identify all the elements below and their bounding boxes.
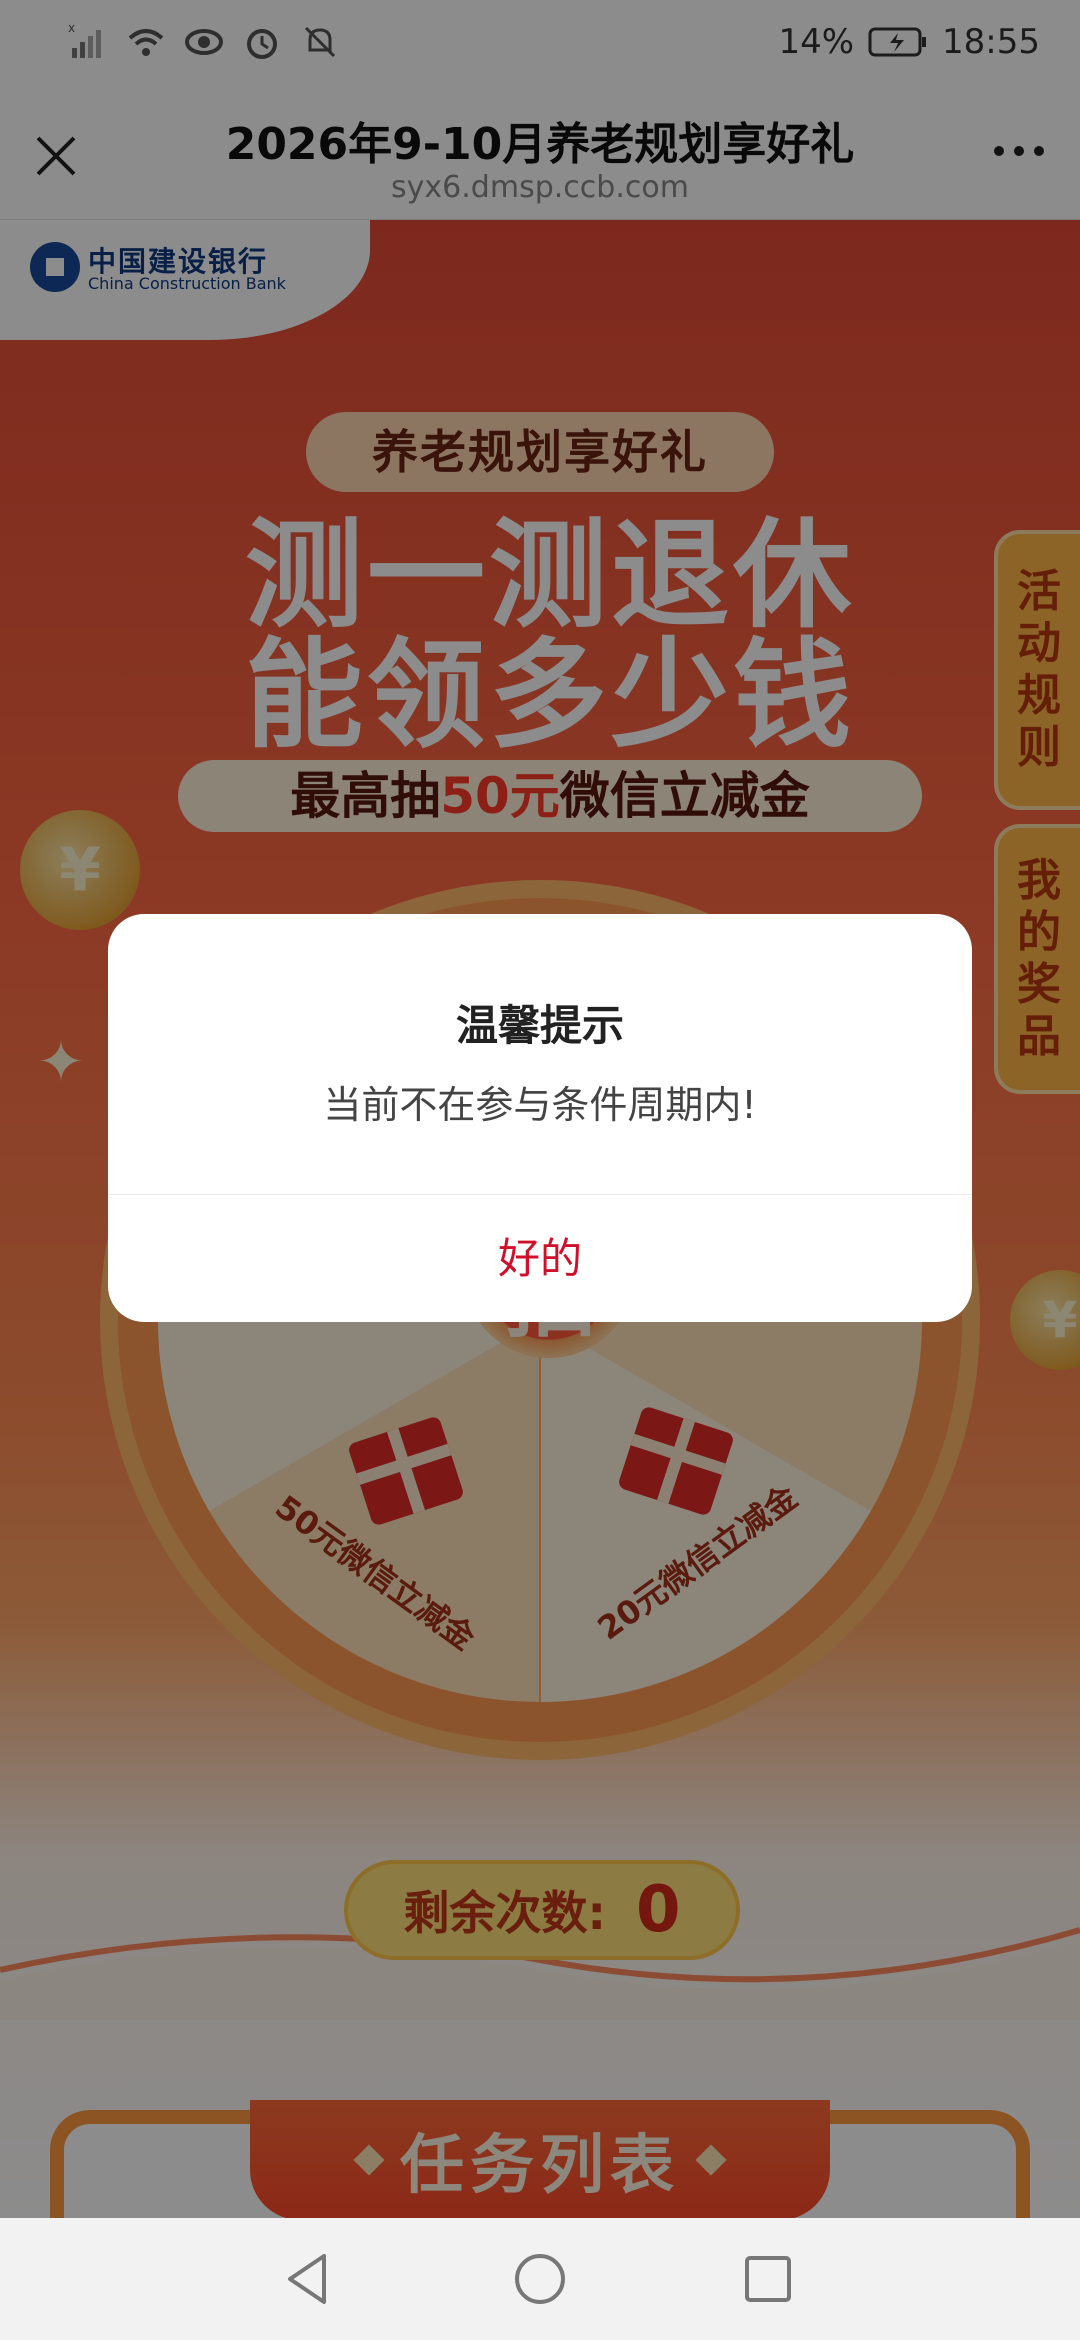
dialog-title: 温馨提示 (455, 1001, 624, 1050)
home-icon[interactable] (507, 2246, 573, 2312)
recents-icon[interactable] (735, 2246, 801, 2312)
dialog-message: 当前不在参与条件周期内! (323, 1083, 757, 1127)
ok-button[interactable]: 好的 (108, 1196, 972, 1322)
alert-dialog: 温馨提示 当前不在参与条件周期内! 好的 (108, 914, 972, 1322)
back-icon[interactable] (276, 2246, 342, 2312)
dialog-divider (108, 1194, 972, 1195)
system-nav-bar (0, 2218, 1080, 2340)
